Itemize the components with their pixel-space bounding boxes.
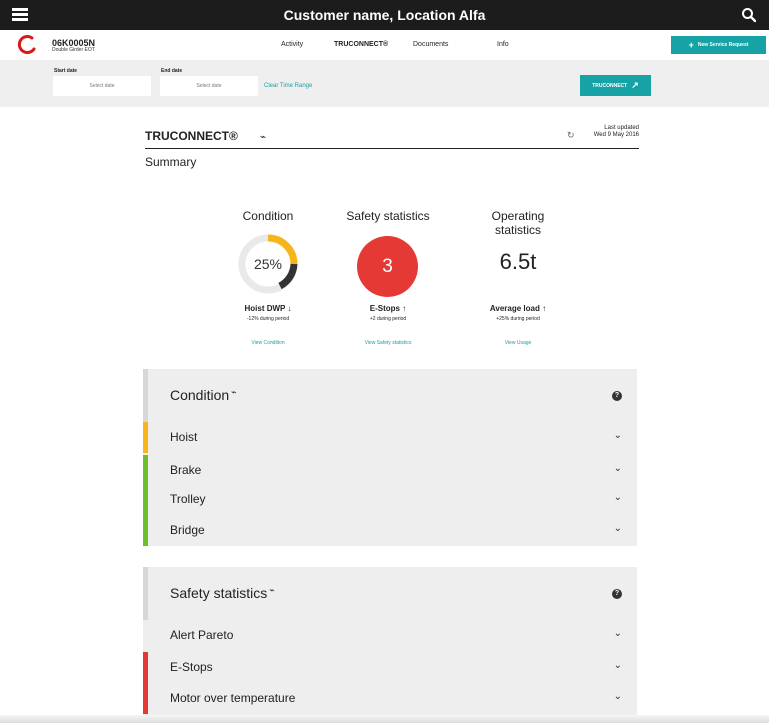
- row-label: E-Stops: [170, 660, 213, 674]
- start-date-input[interactable]: Select date: [53, 76, 151, 96]
- new-service-request-label: New Service Request: [697, 42, 749, 48]
- truconnect-external-button[interactable]: TRUCONNECT ↗: [580, 75, 651, 96]
- e-stops-metric: E-Stops ↑: [333, 304, 443, 313]
- chevron-down-icon[interactable]: ⌄: [614, 691, 622, 702]
- row-label: Motor over temperature: [170, 691, 296, 705]
- top-bar: Customer name, Location Alfa: [0, 0, 769, 30]
- customer-location-title: Customer name, Location Alfa: [283, 7, 486, 23]
- help-icon[interactable]: ?: [612, 589, 622, 599]
- operating-title-line-1: Operating: [491, 209, 545, 223]
- row-label: Alert Pareto: [170, 628, 234, 642]
- operating-summary: Operating statistics 6.5t: [463, 209, 573, 275]
- average-load-metric: Average load ↑: [463, 304, 573, 313]
- tab-documents[interactable]: Documents: [413, 41, 448, 48]
- view-safety-statistics-link[interactable]: View Safety statistics: [333, 340, 443, 346]
- asset-navigation-bar: 06K0005N Double Girder EOT Activity TRUC…: [0, 30, 769, 60]
- tab-info[interactable]: Info: [497, 41, 509, 48]
- search-icon[interactable]: [741, 7, 757, 23]
- safety-statistics-panel: Safety statistics ⌁ ? Alert Pareto ⌄ E-St…: [143, 567, 637, 723]
- condition-summary-title: Condition: [242, 209, 294, 223]
- safety-panel-title: Safety statistics ⌁: [170, 585, 275, 601]
- chevron-down-icon[interactable]: ⌄: [614, 523, 622, 534]
- condition-row-brake[interactable]: Brake ⌄: [143, 455, 637, 486]
- hoist-dwp-change: -12% during period: [246, 316, 290, 322]
- help-icon[interactable]: ?: [612, 391, 622, 401]
- new-service-request-button[interactable]: + New Service Request: [671, 36, 766, 54]
- clear-time-range-link[interactable]: Clear Time Range: [264, 83, 312, 89]
- chevron-down-icon[interactable]: ⌄: [614, 628, 622, 639]
- e-stops-label: E-Stops: [369, 304, 400, 313]
- up-arrow-icon: ↑: [542, 304, 547, 313]
- condition-panel-title: Condition ⌁: [170, 387, 237, 403]
- company-logo-icon: [17, 35, 36, 54]
- external-link-icon: ↗: [631, 80, 639, 90]
- condition-panel-header[interactable]: Condition ⌁ ?: [143, 369, 637, 422]
- condition-value: 25%: [254, 256, 282, 272]
- truconnect-button-label: TRUCONNECT: [592, 82, 628, 89]
- condition-row-trolley[interactable]: Trolley ⌄: [143, 484, 637, 515]
- operating-title-line-2: statistics: [494, 223, 541, 237]
- hoist-dwp-metric: Hoist DWP ↓: [213, 304, 323, 313]
- safety-row-alert-pareto[interactable]: Alert Pareto ⌄: [143, 620, 637, 651]
- average-load-label: Average load: [489, 304, 540, 313]
- average-load-value: 6.5t: [499, 249, 537, 274]
- refresh-icon[interactable]: ↻: [567, 130, 575, 141]
- condition-panel: Condition ⌁ ? Hoist ⌄ Brake ⌄ Trolley ⌄ B…: [143, 369, 637, 546]
- safety-panel-header[interactable]: Safety statistics ⌁ ?: [143, 567, 637, 620]
- tab-activity[interactable]: Activity: [281, 41, 303, 48]
- safety-row-motor-over-temperature[interactable]: Motor over temperature ⌄: [143, 683, 637, 714]
- asset-type: Double Girder EOT: [52, 47, 95, 53]
- average-load-change: +25% during period: [496, 316, 540, 322]
- tab-truconnect[interactable]: TRUCONNECT®: [334, 41, 388, 48]
- down-arrow-icon: ↓: [287, 304, 292, 313]
- chevron-down-icon[interactable]: ⌄: [614, 430, 622, 441]
- safety-summary: Safety statistics: [333, 209, 443, 223]
- truconnect-brand: TRUCONNECT®: [145, 129, 238, 143]
- rss-icon: ⌁: [260, 132, 267, 143]
- chevron-down-icon[interactable]: ⌄: [614, 463, 622, 474]
- condition-summary: Condition: [213, 209, 323, 223]
- chevron-down-icon[interactable]: ⌄: [614, 660, 622, 671]
- truconnect-section-header: TRUCONNECT® ⌁ ↻ Last updated Wed 9 May 2…: [145, 125, 639, 149]
- plus-icon: +: [688, 39, 694, 50]
- safety-summary-title: Safety statistics: [346, 209, 430, 223]
- start-date-label: Start date: [54, 68, 78, 74]
- condition-row-bridge[interactable]: Bridge ⌄: [143, 515, 637, 546]
- up-arrow-icon: ↑: [402, 304, 407, 313]
- last-updated-value: Wed 9 May 2016: [593, 132, 639, 138]
- last-updated: Last updated Wed 9 May 2016: [594, 125, 639, 139]
- condition-row-hoist[interactable]: Hoist ⌄: [143, 422, 637, 453]
- hoist-dwp-label: Hoist DWP: [244, 304, 286, 313]
- safety-row-e-stops[interactable]: E-Stops ⌄: [143, 652, 637, 683]
- summary-title: Summary: [145, 155, 197, 169]
- row-label: Hoist: [170, 430, 198, 444]
- chevron-down-icon[interactable]: ⌄: [614, 492, 622, 503]
- view-condition-link[interactable]: View Condition: [213, 340, 323, 346]
- rss-icon: ⌁: [269, 585, 275, 595]
- e-stops-change: +2 during period: [369, 316, 407, 322]
- last-updated-label: Last updated: [604, 125, 639, 131]
- row-label: Brake: [170, 463, 202, 477]
- date-filter-bar: Start date End date Select date Select d…: [0, 60, 769, 107]
- end-date-input[interactable]: Select date: [160, 76, 258, 96]
- view-usage-link[interactable]: View Usage: [463, 340, 573, 346]
- condition-donut: 25%: [238, 234, 298, 294]
- bottom-window-edge: [0, 715, 769, 723]
- row-label: Trolley: [170, 492, 206, 506]
- safety-count-badge: 3: [357, 236, 418, 297]
- end-date-label: End date: [161, 68, 183, 74]
- rss-icon: ⌁: [231, 387, 237, 397]
- row-label: Bridge: [170, 523, 205, 537]
